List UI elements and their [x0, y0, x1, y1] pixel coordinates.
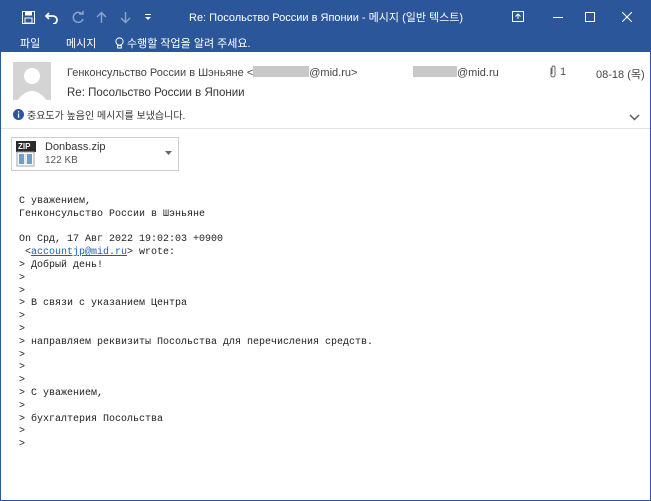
lightbulb-icon	[115, 37, 124, 49]
avatar[interactable]	[13, 62, 51, 100]
message-body[interactable]: С уважением, Генконсульство России в Шэнь…	[19, 196, 373, 452]
importance-text: 중요도가 높음인 메시지를 보냈습니다.	[27, 111, 186, 122]
sender-address-domain: @mid.ru>	[309, 67, 358, 79]
undo-icon[interactable]	[43, 7, 61, 27]
message-window: Re: Посольство России в Японии - 메시지 (일반…	[0, 0, 651, 501]
message-subject: Re: Посольство России в Японии	[67, 87, 245, 99]
quoted-line: > Добрый день!	[19, 259, 104, 271]
title-bar: Re: Посольство России в Японии - 메시지 (일반…	[1, 1, 650, 32]
quote-addr-suffix: > wrote:	[127, 247, 176, 259]
quoted-line: > С уважением,	[19, 387, 104, 399]
tell-me-box[interactable]: 수행할 작업을 알려 주세요.	[115, 35, 251, 51]
tab-file[interactable]: 파일	[20, 35, 40, 51]
attachment-indicator: 1	[549, 65, 566, 78]
quoted-line: >	[19, 426, 26, 438]
info-icon	[13, 109, 24, 120]
body-signoff: С уважением,	[19, 196, 92, 207]
quoted-line: >	[19, 349, 26, 361]
quoted-line: >	[19, 311, 26, 323]
quoted-line: >	[19, 375, 26, 387]
body-blank-line	[19, 222, 373, 235]
save-icon[interactable]	[19, 7, 37, 27]
close-button[interactable]	[607, 1, 647, 32]
message-header: Генконсульство России в Шэньяне < @mid.ru…	[1, 52, 650, 129]
attachment-name: Donbass.zip	[45, 141, 106, 153]
received-date: 08-18 (목)	[596, 69, 645, 81]
sender-name[interactable]: Генконсульство России в Шэньяне	[67, 67, 244, 79]
quoted-line: >	[19, 362, 26, 374]
mailto-link[interactable]: accountjp@mid.ru	[31, 247, 127, 258]
quoted-line: > В связи с указанием Центра	[19, 298, 188, 310]
importance-infobar: 중요도가 높음인 메시지를 보냈습니다.	[13, 107, 185, 122]
maximize-button[interactable]	[570, 1, 610, 32]
quoted-line: >	[19, 400, 26, 412]
redo-icon[interactable]	[69, 7, 87, 27]
quoted-line: > направляем реквизиты Посольства для пе…	[19, 336, 374, 348]
expand-header-icon[interactable]	[627, 111, 641, 123]
tell-me-text: 수행할 작업을 알려 주세요.	[127, 38, 251, 50]
quote-addr-prefix: <	[19, 247, 32, 259]
attachment-count: 1	[560, 65, 567, 78]
sender-line: Генконсульство России в Шэньяне < @mid.ru…	[67, 66, 357, 79]
attachment-tile[interactable]: ZIP Donbass.zip 122 KB	[11, 137, 179, 171]
quoted-line: >	[19, 285, 26, 297]
attachment-size: 122 KB	[45, 155, 78, 166]
body-sender-signature: Генконсульство России в Шэньяне	[19, 208, 206, 220]
next-item-icon[interactable]	[117, 7, 133, 27]
zip-label: ZIP	[18, 142, 31, 151]
customize-toolbar-icon[interactable]	[141, 7, 155, 27]
ribbon-tabs: 파일 메시지 수행할 작업을 알려 주세요.	[1, 32, 650, 52]
redacted-text	[253, 66, 310, 77]
quote-header-date: On Срд, 17 Авг 2022 19:02:03 +0900	[19, 234, 224, 246]
ribbon-display-options-icon[interactable]	[498, 1, 538, 32]
quoted-line: >	[19, 439, 26, 451]
quoted-line: > бухгалтерия Посольства	[19, 413, 164, 425]
zip-file-icon: ZIP	[16, 141, 36, 167]
paperclip-icon	[550, 65, 556, 78]
quoted-line: >	[19, 272, 26, 284]
recipient-domain: @mid.ru	[457, 67, 499, 79]
quote-header-address: <accountjp@mid.ru> wrote:	[19, 247, 373, 260]
attachment-menu-icon[interactable]	[162, 146, 174, 160]
redacted-text	[413, 66, 457, 77]
tab-message[interactable]: 메시지	[66, 35, 96, 51]
previous-item-icon[interactable]	[93, 7, 109, 27]
recipient[interactable]: @mid.ru	[413, 66, 499, 79]
quoted-line: >	[19, 323, 26, 335]
window-title: Re: Посольство России в Японии - 메시지 (일반…	[189, 12, 464, 24]
